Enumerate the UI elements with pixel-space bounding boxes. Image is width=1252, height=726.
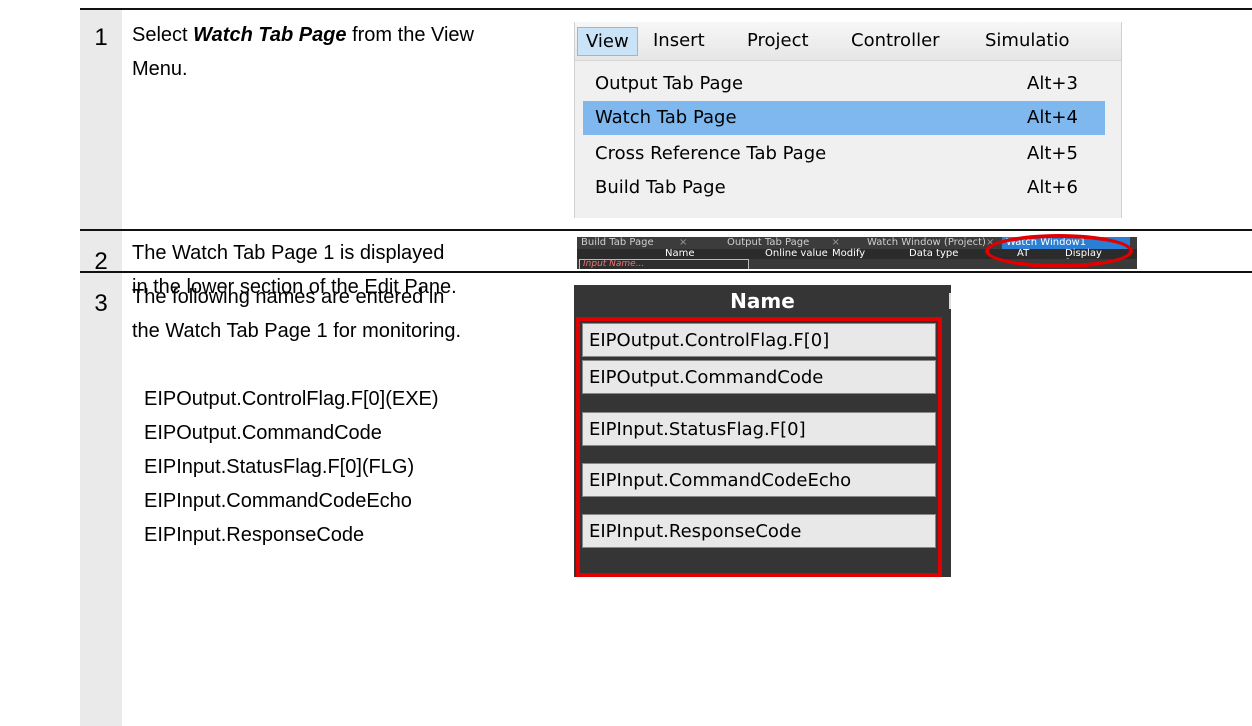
menu-item-build-tab-page[interactable]: Build Tab Page Alt+6 bbox=[583, 171, 1105, 205]
top-rule bbox=[80, 8, 1252, 10]
col-name: Name bbox=[665, 248, 695, 259]
menu-item-watch-tab-page[interactable]: Watch Tab Page Alt+4 bbox=[583, 101, 1105, 135]
list-item: EIPInput.StatusFlag.F[0](FLG) bbox=[144, 456, 415, 478]
col-data-type: Data type bbox=[909, 248, 959, 259]
view-menu-screenshot: View Insert Project Controller Simulatio… bbox=[574, 22, 1122, 218]
step-number: 3 bbox=[94, 290, 108, 317]
menu-simulation[interactable]: Simulatio bbox=[985, 30, 1069, 51]
close-icon[interactable]: × bbox=[679, 237, 687, 248]
menu-bar: View Insert Project Controller Simulatio bbox=[575, 22, 1121, 61]
col-online-value: Online value bbox=[765, 248, 828, 259]
list-item: EIPInput.ResponseCode bbox=[144, 524, 365, 546]
menu-controller[interactable]: Controller bbox=[851, 30, 940, 51]
red-highlight-box bbox=[576, 317, 942, 577]
name-header: Name bbox=[730, 289, 795, 313]
menu-project[interactable]: Project bbox=[747, 30, 809, 51]
list-item: EIPInput.CommandCodeEcho bbox=[144, 490, 412, 512]
menu-view[interactable]: View bbox=[577, 27, 638, 56]
red-highlight-ellipse bbox=[985, 234, 1133, 268]
menu-item-cross-reference-tab-page[interactable]: Cross Reference Tab Page Alt+5 bbox=[583, 137, 1105, 171]
step-number: 2 bbox=[94, 248, 108, 275]
menu-insert[interactable]: Insert bbox=[653, 30, 705, 51]
step-number: 1 bbox=[94, 24, 108, 51]
list-item: EIPOutput.ControlFlag.F[0](EXE) bbox=[144, 388, 439, 410]
step-3-text: The following names are entered in the W… bbox=[132, 286, 462, 342]
close-icon[interactable]: × bbox=[832, 237, 840, 248]
monitor-names-list: EIPOutput.ControlFlag.F[0](EXE) EIPOutpu… bbox=[132, 382, 544, 552]
menu-item-output-tab-page[interactable]: Output Tab Page Alt+3 bbox=[583, 67, 1105, 101]
row-divider-1 bbox=[80, 229, 1252, 231]
column-splitter bbox=[949, 293, 951, 309]
list-item: EIPOutput.CommandCode bbox=[144, 422, 382, 444]
emphasis: Watch Tab Page bbox=[193, 24, 347, 46]
step-3-column bbox=[80, 273, 122, 726]
col-modify: Modify bbox=[832, 248, 866, 259]
step-1-text: Select Watch Tab Page from the View Menu… bbox=[132, 24, 474, 80]
name-input[interactable]: Input Name... bbox=[579, 259, 749, 269]
